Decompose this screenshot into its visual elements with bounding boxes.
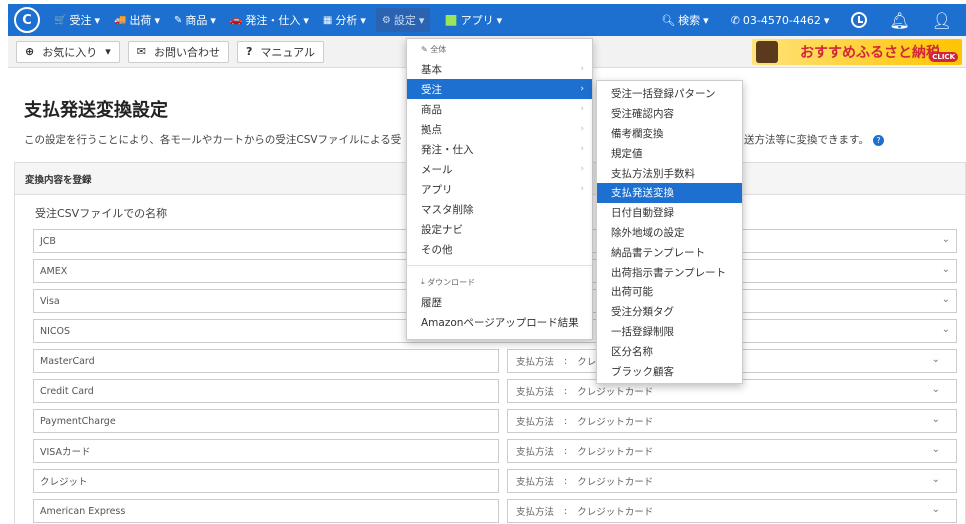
submenu-item[interactable]: ブラック顧客: [597, 361, 742, 381]
search-icon: 🔍︎: [661, 13, 676, 27]
payment-method-select[interactable]: 支払方法: クレジットカード ⌄: [507, 499, 957, 523]
submenu-item[interactable]: 一括登録制限: [597, 322, 742, 342]
nav-purchasing[interactable]: 🚗 発注・仕入 ▾: [230, 12, 309, 28]
notifications-button[interactable]: 🔔︎: [889, 11, 909, 30]
contact-button[interactable]: ✉ お問い合わせ: [127, 40, 229, 63]
chevron-right-icon: ›: [580, 184, 584, 194]
phone-icon: ✆: [730, 13, 740, 27]
chevron-down-icon: ⌄: [941, 324, 950, 335]
nav-products[interactable]: ✎ 商品 ▾: [174, 12, 216, 28]
clock-button[interactable]: [851, 12, 868, 28]
truck-icon: 🚚: [113, 14, 127, 26]
submenu-item[interactable]: 規定値: [597, 143, 742, 163]
submenu-item[interactable]: 区分名称: [597, 341, 742, 361]
menu-item-mail[interactable]: メール ›: [407, 159, 592, 179]
submenu-item[interactable]: 除外地域の設定: [597, 223, 742, 243]
csv-name-input[interactable]: VISAカード: [33, 439, 499, 463]
chevron-down-icon: ⌄: [931, 384, 940, 395]
chevron-down-icon: ⌄: [931, 414, 940, 425]
page-description-tail: 送方法等に変換できます。?: [744, 132, 884, 147]
menu-item-orders[interactable]: 受注 ›: [407, 79, 592, 99]
nav-analytics[interactable]: ▦ 分析 ▾: [323, 12, 366, 28]
menu-item-setup-navi[interactable]: 設定ナビ: [407, 219, 592, 239]
clock-icon: [851, 12, 868, 28]
chevron-right-icon: ›: [580, 84, 584, 94]
menu-item-basic[interactable]: 基本 ›: [407, 59, 592, 79]
chart-icon: ▦: [322, 14, 333, 26]
submenu-item[interactable]: 納品書テンプレート: [597, 242, 742, 262]
page-title: 支払発送変換設定: [24, 100, 168, 121]
pencil-icon: ✎: [173, 14, 183, 26]
nav-settings[interactable]: ⚙ 設定 ▾: [375, 8, 431, 32]
help-icon[interactable]: ?: [872, 135, 884, 146]
csv-name-input[interactable]: American Express: [33, 499, 499, 523]
question-icon: ?: [245, 45, 253, 58]
furusato-banner[interactable]: おすすめふるさと納税 CLICK: [752, 39, 962, 65]
submenu-item[interactable]: 受注分類タグ: [597, 302, 742, 322]
banner-image: [756, 41, 778, 63]
chevron-down-icon: ⌄: [941, 234, 950, 245]
apps-icon: ■: [444, 12, 458, 28]
nav-apps[interactable]: ■ アプリ ▾: [444, 12, 502, 28]
chevron-right-icon: ›: [580, 64, 584, 74]
nav-shipping[interactable]: 🚚 出荷 ▾: [114, 12, 160, 28]
nav-search[interactable]: 🔍︎ 検索 ▾: [661, 12, 709, 28]
mail-icon: ✉: [136, 45, 146, 58]
cart-icon: 🛒: [54, 14, 67, 26]
nav-orders[interactable]: 🛒 受注 ▾: [54, 12, 100, 28]
payment-method-select[interactable]: 支払方法: クレジットカード ⌄: [507, 469, 957, 493]
submenu-item[interactable]: 受注確認内容: [597, 104, 742, 124]
menu-item-locations[interactable]: 拠点 ›: [407, 119, 592, 139]
submenu-item[interactable]: 出荷可能: [597, 282, 742, 302]
logo[interactable]: C: [14, 7, 40, 33]
submenu-item-active[interactable]: 支払発送変換: [597, 182, 742, 203]
gear-icon: ⚙: [381, 14, 391, 26]
csv-name-input[interactable]: MasterCard: [33, 349, 499, 373]
menu-item-amazon-upload[interactable]: Amazonページアップロード結果: [407, 312, 592, 332]
payment-method-select[interactable]: 支払方法: クレジットカード ⌄: [507, 439, 957, 463]
menu-item-history[interactable]: 履歴: [407, 292, 592, 312]
menu-item-master-delete[interactable]: マスタ削除: [407, 199, 592, 219]
page-description: この設定を行うことにより、各モールやカートからの受注CSVファイルによる受: [24, 134, 402, 146]
manual-button[interactable]: ? マニュアル: [236, 40, 325, 63]
favorites-button[interactable]: ⊕ お気に入り ▾: [16, 40, 120, 63]
nav-phone[interactable]: ✆ 03-4570-4462 ▾: [731, 14, 830, 27]
chevron-right-icon: ›: [580, 104, 584, 114]
submenu-item[interactable]: 受注一括登録パターン: [597, 84, 742, 104]
chevron-right-icon: ›: [580, 164, 584, 174]
user-icon: 👤︎: [931, 10, 952, 30]
menu-header-all: ✎ 全体: [421, 44, 447, 54]
menu-item-products[interactable]: 商品 ›: [407, 99, 592, 119]
submenu-item[interactable]: 備考欄変換: [597, 124, 742, 144]
chevron-right-icon: ›: [580, 144, 584, 154]
menu-divider: [407, 265, 592, 266]
settings-menu: ✎ 全体 基本 › 受注 › 商品 › 拠点 › 発注・仕入 › メール › アプリ › マス…: [406, 38, 593, 340]
menu-item-apps[interactable]: アプリ ›: [407, 179, 592, 199]
chevron-right-icon: ›: [580, 124, 584, 134]
user-menu-button[interactable]: 👤︎: [932, 11, 952, 30]
submenu-item[interactable]: 日付自動登録: [597, 203, 742, 223]
csv-name-input[interactable]: Credit Card: [33, 379, 499, 403]
csv-name-input[interactable]: クレジット: [33, 469, 499, 493]
car-icon: 🚗: [229, 14, 243, 26]
payment-method-select[interactable]: 支払方法: クレジットカード ⌄: [507, 409, 957, 433]
chevron-down-icon: ⌄: [931, 444, 940, 455]
top-nav: C 🛒 受注 ▾ 🚚 出荷 ▾ ✎ 商品 ▾ 🚗 発注・仕入 ▾ ▦ 分析 ▾ ⚙ 設定 ▾ ■ アプリ ▾…: [8, 4, 966, 36]
chevron-down-icon: ⌄: [931, 474, 940, 485]
wrench-icon: ✎: [421, 44, 431, 54]
chevron-down-icon: ⌄: [941, 264, 950, 275]
submenu-item[interactable]: 出荷指示書テンプレート: [597, 262, 742, 282]
chevron-down-icon: ⌄: [931, 504, 940, 515]
submenu-item[interactable]: 支払方法別手数料: [597, 163, 742, 183]
menu-item-other[interactable]: その他: [407, 239, 592, 259]
menu-header-download: ⤓ ダウンロード: [421, 277, 476, 287]
bell-icon: 🔔︎: [889, 10, 910, 30]
menu-item-purchasing[interactable]: 発注・仕入 ›: [407, 139, 592, 159]
chevron-down-icon: ⌄: [941, 294, 950, 305]
chevron-down-icon: ⌄: [931, 354, 940, 365]
orders-submenu: 受注一括登録パターン 受注確認内容 備考欄変換 規定値 支払方法別手数料 支払発…: [596, 80, 743, 384]
csv-name-input[interactable]: PaymentCharge: [33, 409, 499, 433]
plus-circle-icon: ⊕: [25, 45, 35, 58]
field-label: 受注CSVファイルでの名称: [35, 207, 168, 220]
